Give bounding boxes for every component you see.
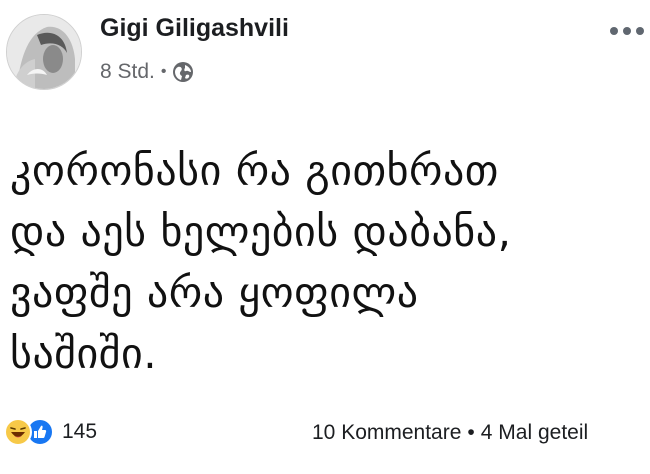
post-text-line: ვაფშე არა ყოფილა xyxy=(10,268,419,317)
avatar[interactable] xyxy=(6,14,82,90)
reactions-summary[interactable]: 145 xyxy=(4,418,97,446)
post-timestamp[interactable]: 8 Std. xyxy=(100,60,155,84)
meta-separator: • xyxy=(160,63,167,80)
post-text-line: და აეს ხელების დაბანა, xyxy=(10,207,512,256)
haha-reaction-icon xyxy=(4,418,32,446)
post-meta: 8 Std. • xyxy=(100,60,194,84)
more-dot xyxy=(610,27,618,35)
post-text-line: საშიში. xyxy=(10,329,158,378)
post-text: კორონასი რა გითხრათ და აეს ხელების დაბან… xyxy=(10,140,640,384)
post-stats: 10 Kommentare • 4 Mal geteil xyxy=(312,421,588,445)
reaction-count: 145 xyxy=(62,420,98,443)
avatar-photo xyxy=(7,15,81,89)
more-dot xyxy=(623,27,631,35)
comments-count-link[interactable]: 10 Kommentare xyxy=(312,421,461,444)
more-dot xyxy=(636,27,644,35)
globe-icon[interactable] xyxy=(172,61,194,83)
shares-count-link[interactable]: 4 Mal geteil xyxy=(481,421,588,444)
post-text-line: კორონასი რა გითხრათ xyxy=(10,146,499,195)
stats-separator: • xyxy=(467,421,475,444)
more-options-icon[interactable] xyxy=(610,16,650,46)
facebook-post: Gigi Giligashvili 8 Std. • კორონასი რა გ… xyxy=(0,0,650,474)
post-author-name[interactable]: Gigi Giligashvili xyxy=(100,14,289,43)
